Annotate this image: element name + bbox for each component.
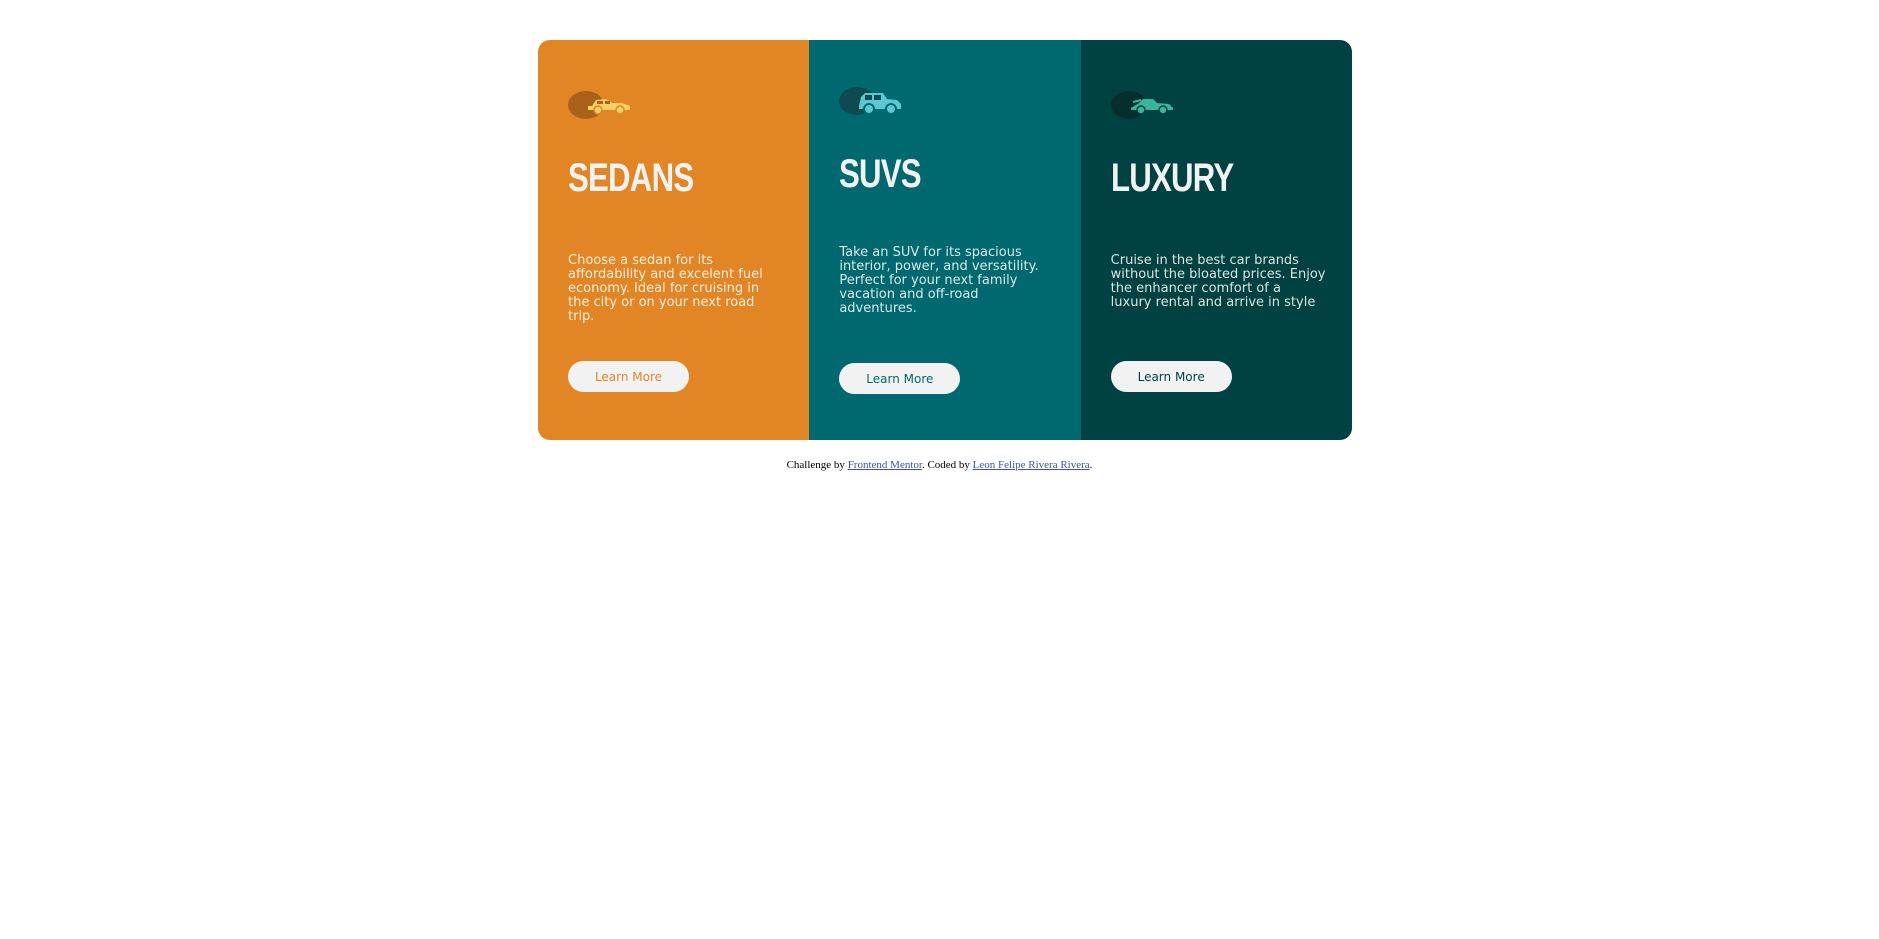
attribution-suffix: . <box>1089 459 1093 471</box>
card-description: Cruise in the best car brands without th… <box>1110 253 1326 310</box>
card-sedans: SEDANS Choose a sedan for its affordabil… <box>538 40 810 440</box>
card-luxury: LUXURY Cruise in the best car brands wit… <box>1080 40 1352 440</box>
attribution-prefix: Challenge by <box>786 459 848 471</box>
author-link[interactable]: Leon Felipe Rivera Rivera <box>973 459 1090 471</box>
attribution-middle: . Coded by <box>921 459 973 471</box>
card-description: Take an SUV for its spacious interior, p… <box>839 245 1039 316</box>
page: SEDANS Choose a sedan for its affordabil… <box>0 0 1879 939</box>
card-title: SUVS <box>839 152 922 196</box>
car-cards: SEDANS Choose a sedan for its affordabil… <box>538 40 1352 440</box>
luxury-car-icon <box>1110 91 1173 119</box>
learn-more-button[interactable]: Learn More <box>1110 361 1232 392</box>
learn-more-button[interactable]: Learn More <box>839 363 961 394</box>
sedan-car-icon <box>568 91 630 119</box>
suv-car-icon <box>839 87 902 115</box>
card-title: SEDANS <box>568 156 694 200</box>
learn-more-button[interactable]: Learn More <box>568 361 689 392</box>
card-title: LUXURY <box>1110 156 1234 200</box>
attribution: Challenge by Frontend Mentor. Coded by L… <box>0 459 1879 471</box>
card-description: Choose a sedan for its affordability and… <box>568 253 763 324</box>
card-suvs: SUVS Take an SUV for its spacious interi… <box>809 40 1081 440</box>
frontend-mentor-link[interactable]: Frontend Mentor <box>848 459 922 471</box>
